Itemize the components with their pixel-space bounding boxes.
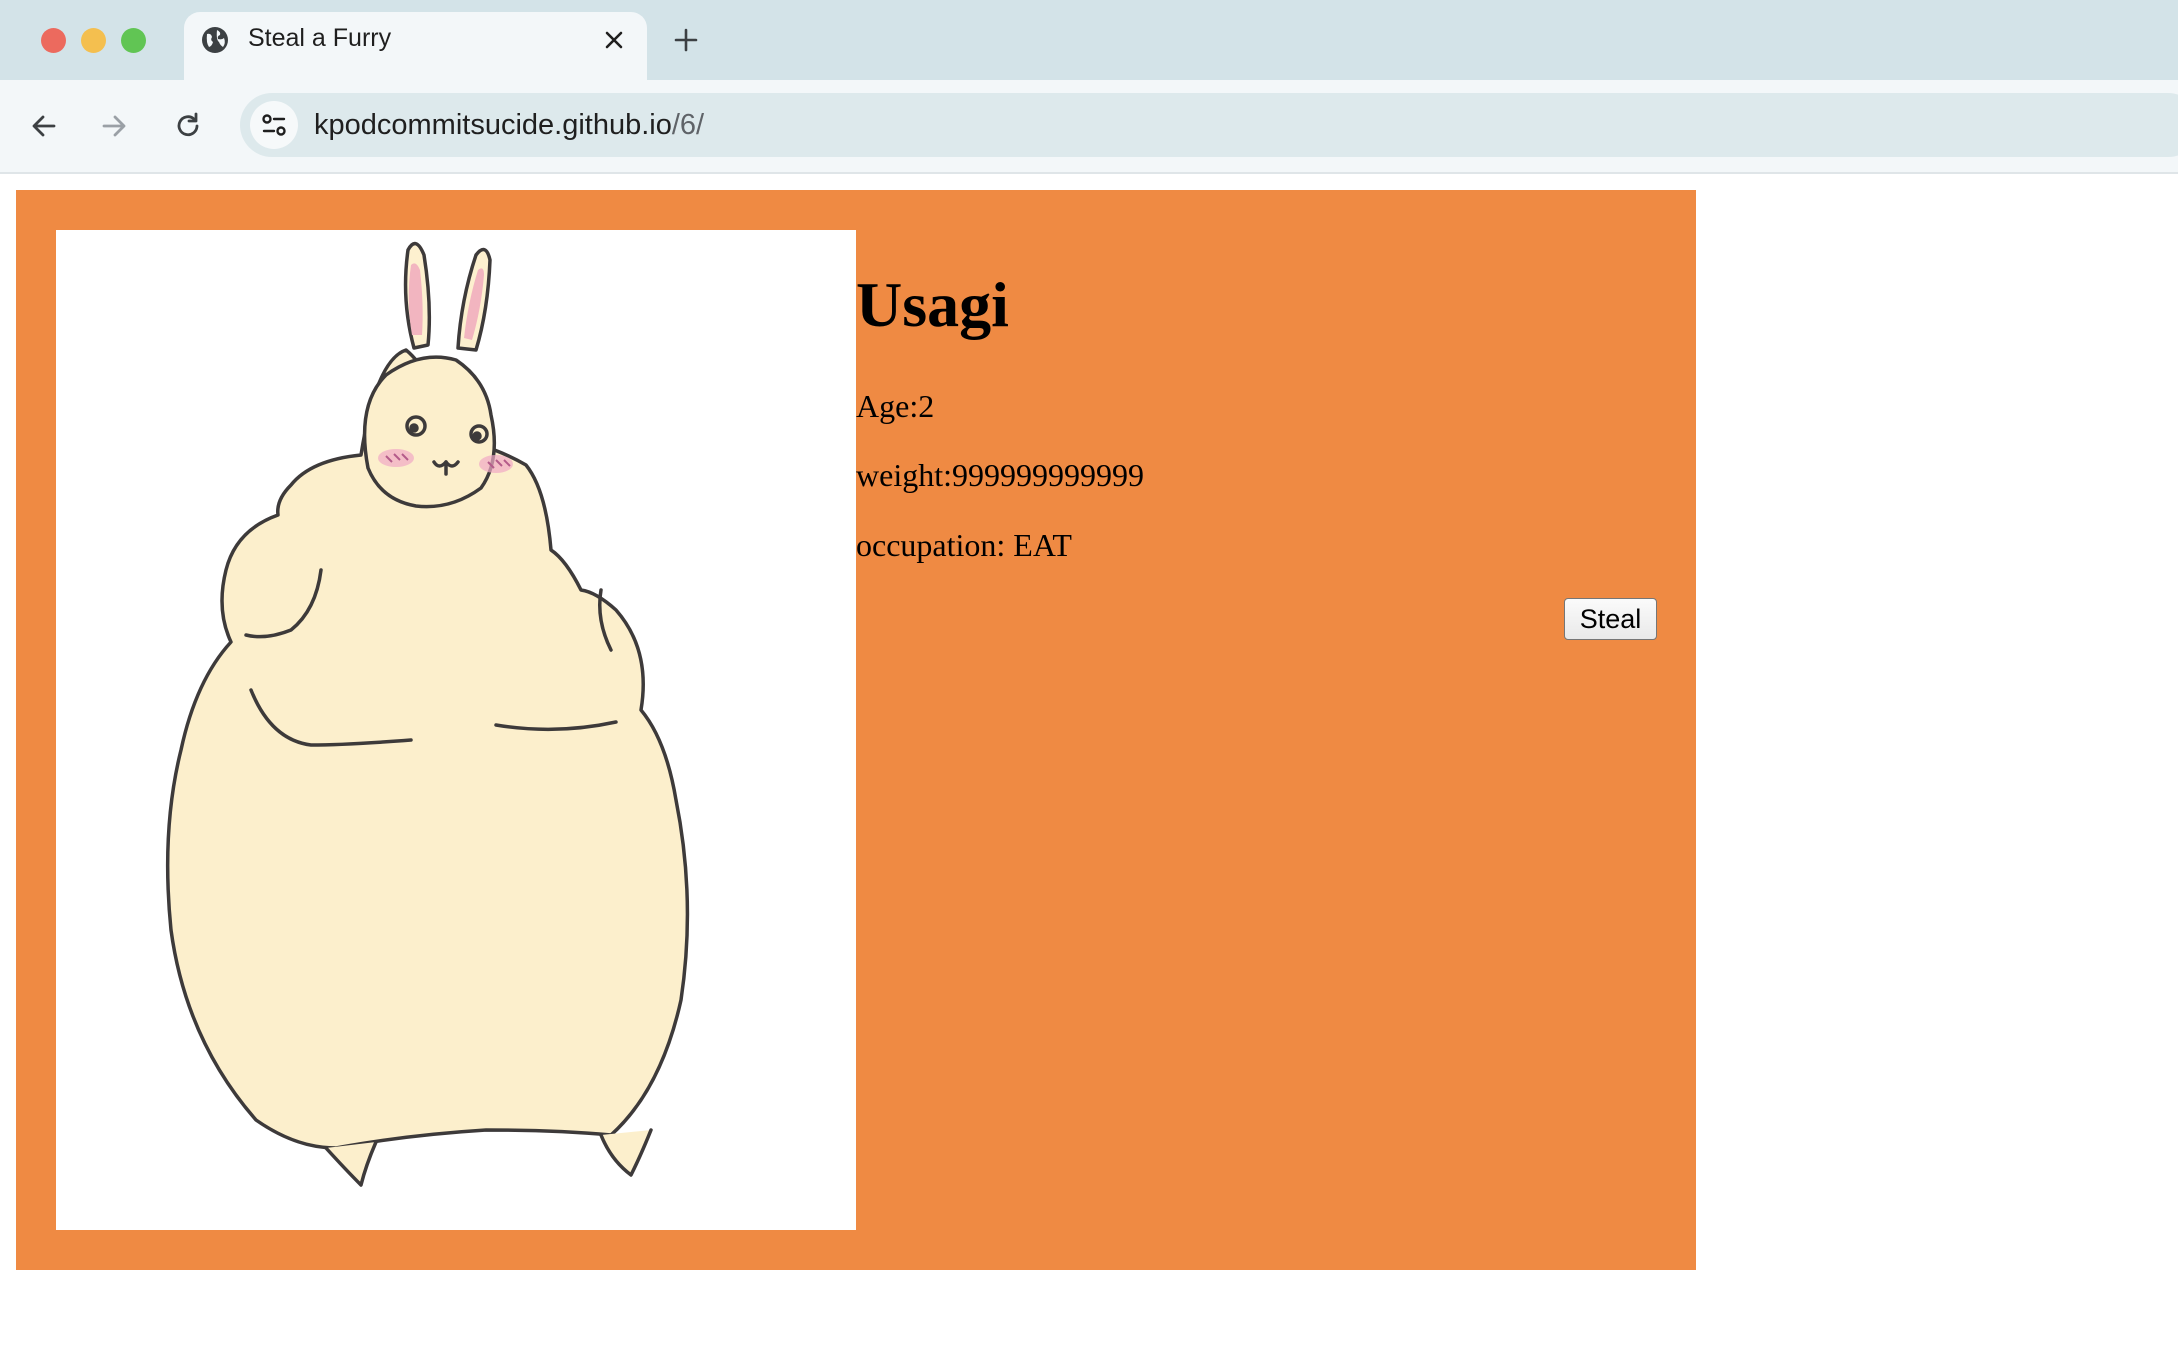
steal-button[interactable]: Steal [1564, 598, 1657, 640]
age-text: Age:2 [856, 388, 935, 424]
bunny-illustration [165, 241, 690, 1187]
minimize-window-button[interactable] [81, 28, 106, 53]
furry-name: Usagi [856, 269, 1009, 340]
url-path: /6/ [671, 109, 705, 141]
usagi-image [56, 230, 856, 1230]
arrow-left-icon[interactable] [28, 110, 60, 142]
maximize-window-button[interactable] [121, 28, 146, 53]
address-bar[interactable]: kpodcommitsucide.github.io/6/ [240, 93, 2178, 157]
occupation-text: occupation: EAT [856, 527, 1072, 563]
globe-icon [202, 27, 228, 53]
site-info-button[interactable] [250, 101, 298, 149]
url-host: kpodcommitsucide.github.io [314, 109, 672, 141]
plus-icon[interactable] [672, 26, 700, 54]
active-tab[interactable]: Steal a Furry [184, 12, 647, 80]
tab-title: Steal a Furry [248, 24, 392, 52]
close-window-button[interactable] [41, 28, 66, 53]
url-text: kpodcommitsucide.github.io/6/ [314, 109, 704, 142]
furry-card: Usagi Age:2 weight:999999999999 occupati… [16, 190, 1696, 1270]
tune-icon [262, 114, 286, 136]
weight-text: weight:999999999999 [856, 457, 1144, 493]
browser-toolbar: kpodcommitsucide.github.io/6/ [0, 80, 2178, 174]
reload-icon[interactable] [172, 110, 204, 142]
close-icon[interactable] [602, 28, 626, 52]
arrow-right-icon[interactable] [98, 110, 130, 142]
tab-strip: Steal a Furry [0, 0, 2178, 80]
